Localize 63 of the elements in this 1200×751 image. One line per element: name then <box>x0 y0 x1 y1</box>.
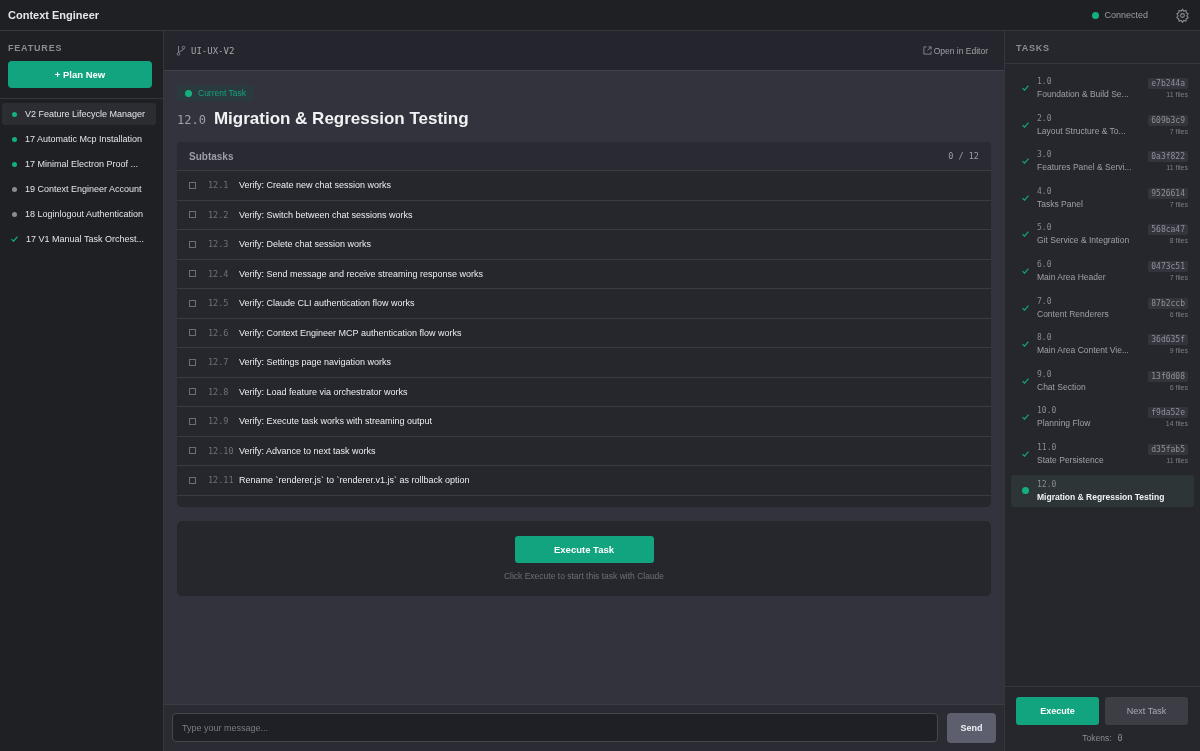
subtask-label: Verify: Send message and receive streaming response works <box>239 268 484 279</box>
feature-item[interactable]: 17 V1 Manual Task Orchest... <box>2 228 156 250</box>
message-input[interactable]: Type your message... <box>172 713 938 742</box>
subtask-number: 12.10 <box>208 445 235 456</box>
checkbox[interactable] <box>189 358 196 366</box>
plan-new-button[interactable]: + Plan New <box>8 61 152 88</box>
hint-text: Click Execute to start this task with Claude <box>503 571 665 581</box>
subtask-label: Verify: Context Engineer MCP authentication flow works <box>239 327 462 338</box>
settings-icon[interactable] <box>1175 7 1190 23</box>
execute-button[interactable]: Execute <box>1016 697 1099 725</box>
subtask-label: Rename `renderer.js` to `renderer.v1.js` as rollback option <box>239 475 470 486</box>
task-title: Migration & Regression Testing <box>213 109 469 129</box>
feature-item[interactable]: 17 Minimal Electron Proof ... <box>2 153 156 175</box>
subtask-number: 12.1 <box>208 180 230 191</box>
subtask-label: Verify: Create new chat session works <box>239 180 392 191</box>
subtask-label: Verify: Claude CLI authentication flow works <box>239 298 415 309</box>
subtask-label: Verify: Execute task works with streaming output <box>239 416 433 427</box>
checkbox[interactable] <box>189 211 196 219</box>
next-task-button[interactable]: Next Task <box>1105 697 1188 725</box>
tokens-value: 0 <box>1117 733 1123 743</box>
checkbox[interactable] <box>189 181 196 189</box>
checkbox[interactable] <box>189 417 196 425</box>
connection-status: Connected <box>1104 10 1148 20</box>
subtasks-heading: Subtasks <box>189 150 234 162</box>
subtask-number: 12.3 <box>208 239 230 250</box>
subtask-number: 12.9 <box>208 416 230 427</box>
checkbox[interactable] <box>189 329 196 337</box>
external-link-icon <box>922 46 932 55</box>
current-task-badge: Current Task <box>177 85 255 101</box>
subtask-number: 12.4 <box>208 268 230 279</box>
tokens-label: Tokens: <box>1082 733 1112 743</box>
subtask-label: Verify: Settings page navigation works <box>239 357 392 368</box>
checkbox[interactable] <box>189 476 196 484</box>
subtask-number: 12.2 <box>208 209 230 220</box>
subtask-label: Verify: Advance to next task works <box>239 445 376 456</box>
branch-name: UI-UX-V2 <box>191 45 235 56</box>
send-button[interactable]: Send <box>947 713 996 743</box>
feature-item[interactable]: V2 Feature Lifecycle Manager <box>2 103 156 125</box>
app-title: Context Engineer <box>8 9 100 21</box>
subtask-number: 12.5 <box>208 298 230 309</box>
section-heading: TASKS <box>1005 31 1200 64</box>
subtask-number: 12.6 <box>208 327 230 338</box>
open-in-editor-link[interactable]: Open in Editor <box>922 45 988 56</box>
subtask-count: 0 / 12 <box>948 151 979 161</box>
subtask-number: 12.7 <box>208 357 230 368</box>
feature-item[interactable]: 17 Automatic Mcp Installation <box>2 128 156 150</box>
execute-task-button[interactable]: Execute Task <box>514 536 654 563</box>
checkbox[interactable] <box>189 270 196 278</box>
feature-item[interactable]: 18 Loginlogout Authentication <box>2 203 156 225</box>
task-number: 12.0 <box>177 113 206 127</box>
subtask-label: Verify: Load feature via orchestrator works <box>239 386 408 397</box>
branch-icon <box>176 45 186 56</box>
subtask-number: 12.11 <box>208 475 235 486</box>
checkbox[interactable] <box>189 447 196 455</box>
subtask-number: 12.8 <box>208 386 230 397</box>
checkbox[interactable] <box>189 240 196 248</box>
feature-item[interactable]: 19 Context Engineer Account <box>2 178 156 200</box>
subtask-label: Verify: Switch between chat sessions works <box>239 209 413 220</box>
subtask-label: Verify: Delete chat session works <box>239 239 372 250</box>
checkbox[interactable] <box>189 388 196 396</box>
task-item[interactable]: 12.0 Migration & Regression Testing <box>1011 474 1194 507</box>
checkbox[interactable] <box>189 299 196 307</box>
section-heading: FEATURES <box>8 43 64 53</box>
